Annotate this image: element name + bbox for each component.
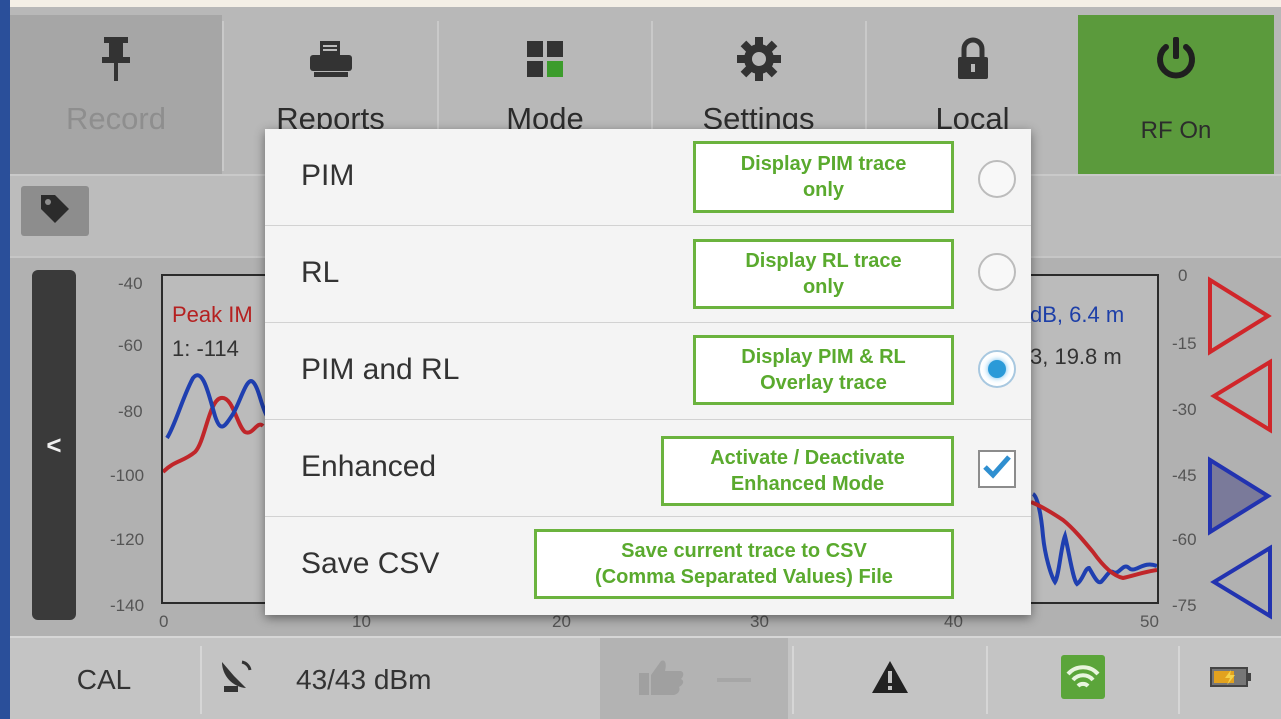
warning-icon (870, 659, 910, 700)
power-status[interactable]: 43/43 dBm (206, 638, 598, 719)
annotation-callout: Display RL trace only (693, 239, 954, 309)
rl-radio[interactable] (978, 253, 1016, 291)
marker-readout: 1: -114 (172, 336, 239, 361)
y-tick-right: -30 (1172, 400, 1197, 419)
menu-item-pim[interactable]: PIM Display PIM trace only (265, 129, 1031, 226)
triangle-right-icon (1208, 456, 1272, 536)
pim-radio[interactable] (978, 160, 1016, 198)
tag-icon (38, 192, 72, 231)
annotation-text: Overlay trace (760, 372, 887, 394)
battery-status[interactable] (1180, 638, 1281, 719)
status-divider (792, 646, 794, 714)
triangle-left-icon (1210, 544, 1272, 620)
pin-icon (100, 29, 132, 89)
y-tick-right: -75 (1172, 596, 1197, 615)
annotation-callout: Display PIM trace only (693, 141, 954, 213)
rf-on-label: RF On (1140, 117, 1212, 144)
x-tick: 0 (159, 612, 169, 631)
chevron-left-icon: < (46, 429, 62, 460)
triangle-right-icon (1208, 276, 1272, 356)
lock-icon (956, 29, 990, 89)
annotation-text: Display PIM trace (740, 153, 907, 175)
y-tick-right: -60 (1172, 530, 1197, 549)
dash-indicator (717, 677, 751, 682)
record-button[interactable]: Record (10, 15, 222, 175)
gear-icon (736, 29, 782, 89)
x-tick: 40 (944, 612, 963, 631)
annotation-text: Activate / Deactivate (710, 447, 905, 469)
menu-item-label: PIM and RL (301, 353, 460, 386)
power-level-text: 43/43 dBm (296, 663, 432, 695)
triangle-left-icon (1210, 358, 1272, 434)
menu-item-label: PIM (301, 159, 355, 192)
y-tick-left: -80 (118, 402, 143, 421)
annotation-callout: Activate / Deactivate Enhanced Mode (661, 436, 954, 506)
status-divider (200, 646, 202, 714)
printer-icon (308, 29, 354, 89)
y-tick-right: 0 (1178, 266, 1188, 285)
toolbar-divider (222, 21, 224, 171)
pass-fail-status[interactable] (600, 638, 788, 719)
wifi-icon (1060, 654, 1106, 705)
annotation-text: (Comma Separated Values) File (595, 566, 893, 588)
thumbs-up-icon (637, 657, 687, 702)
y-tick-right: -45 (1172, 466, 1197, 485)
pim-and-rl-radio[interactable] (978, 350, 1016, 388)
annotation-text: Save current trace to CSV (621, 540, 867, 562)
annotation-text: only (802, 276, 845, 298)
mode-options-menu: PIM Display PIM trace only RL Display RL… (265, 129, 1031, 615)
annotation-callout: Display PIM & RL Overlay trace (693, 335, 954, 405)
menu-item-rl[interactable]: RL Display RL trace only (265, 226, 1031, 323)
status-bar: CAL 43/43 dBm (10, 636, 1281, 719)
menu-item-enhanced[interactable]: Enhanced Activate / Deactivate Enhanced … (265, 420, 1031, 517)
annotation-text: Enhanced Mode (730, 473, 885, 495)
rf-on-button[interactable]: RF On (1078, 15, 1274, 175)
y-tick-left: -60 (118, 336, 143, 355)
x-tick: 30 (750, 612, 769, 631)
window-left-border (0, 0, 10, 719)
cal-status[interactable]: CAL (10, 638, 198, 719)
checkmark-icon (982, 454, 1012, 485)
grid-icon (525, 29, 565, 89)
y-tick-left: -100 (110, 466, 145, 485)
menu-item-label: Save CSV (301, 547, 440, 580)
rl-peak-readout: dB, 6.4 m (1030, 302, 1125, 327)
y-tick-left: -40 (118, 274, 143, 293)
menu-item-label: Enhanced (301, 450, 437, 483)
power-icon (1153, 29, 1199, 89)
annotation-callout: Save current trace to CSV (Comma Separat… (534, 529, 954, 599)
rl-marker-readout: 3, 19.8 m (1030, 344, 1122, 369)
warning-status[interactable] (795, 638, 985, 719)
y-tick-left: -140 (110, 596, 145, 615)
annotation-text: Display PIM & RL (741, 346, 906, 368)
battery-icon (1209, 665, 1253, 694)
record-label: Record (66, 101, 166, 136)
wifi-status[interactable] (988, 638, 1178, 719)
enhanced-checkbox[interactable] (978, 450, 1016, 488)
tag-button[interactable] (21, 186, 89, 236)
menu-item-pim-and-rl[interactable]: PIM and RL Display PIM & RL Overlay trac… (265, 323, 1031, 420)
annotation-text: Display RL trace (745, 250, 902, 272)
x-tick: 10 (352, 612, 371, 631)
peak-label: Peak IM (172, 302, 253, 327)
scale-controls (1208, 276, 1272, 620)
menu-item-label: RL (301, 256, 340, 289)
y-tick-left: -120 (110, 530, 145, 549)
x-tick: 50 (1140, 612, 1159, 631)
satellite-dish-icon (216, 656, 256, 703)
window-top-border (0, 0, 1281, 7)
y-tick-right: -15 (1172, 334, 1197, 353)
side-panel-handle[interactable]: < (32, 270, 76, 620)
x-tick: 20 (552, 612, 571, 631)
menu-item-save-csv[interactable]: Save CSV Save current trace to CSV (Comm… (265, 517, 1031, 614)
annotation-text: only (802, 179, 845, 201)
rl-trace-right (1031, 492, 1158, 587)
